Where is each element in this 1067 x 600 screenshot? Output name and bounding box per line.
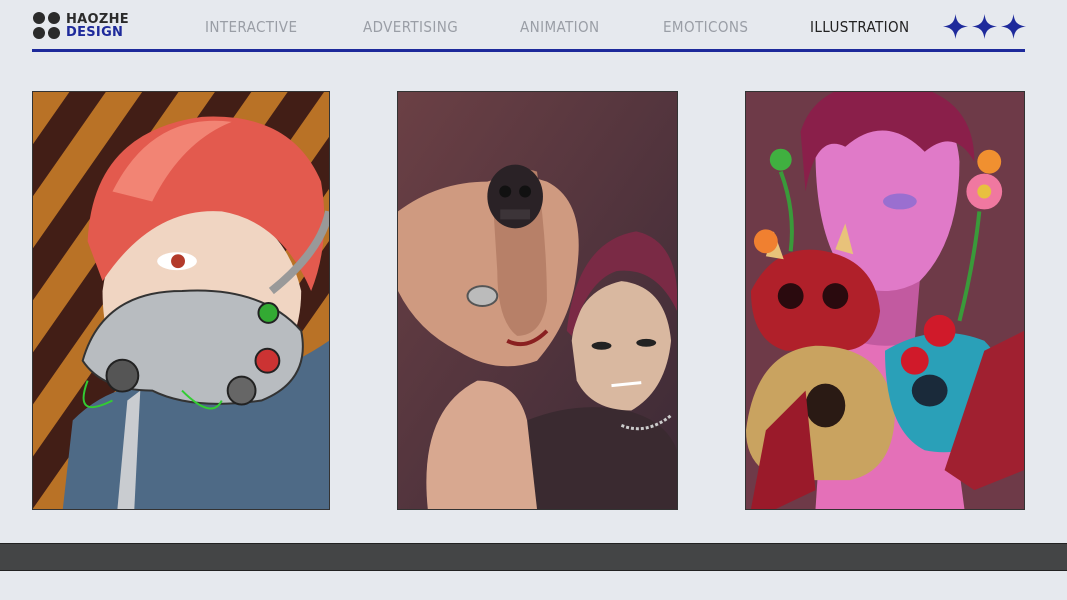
main-nav: INTERACTIVE ADVERTISING ANIMATION EMOTIC… — [0, 18, 1067, 40]
artwork-skull-ring[interactable] — [397, 91, 678, 510]
artwork-skulls-flowers[interactable] — [745, 91, 1025, 510]
nav-item-emoticons[interactable]: EMOTICONS — [663, 18, 748, 36]
artwork-skulls-flowers-image — [746, 92, 1024, 509]
artwork-gas-mask[interactable] — [32, 91, 330, 510]
artwork-skull-ring-image — [398, 92, 677, 509]
nav-item-animation[interactable]: ANIMATION — [520, 18, 600, 36]
footer-bar — [0, 543, 1067, 571]
portfolio-page: HAOZHE DESIGN INTERACTIVE ADVERTISING AN… — [0, 0, 1067, 600]
artwork-gas-mask-image — [33, 92, 329, 509]
four-point-star-icon[interactable] — [943, 14, 968, 39]
nav-item-illustration[interactable]: ILLUSTRATION — [810, 18, 910, 36]
four-point-star-icon[interactable] — [1001, 14, 1026, 39]
header-divider — [32, 49, 1025, 52]
nav-item-advertising[interactable]: ADVERTISING — [363, 18, 458, 36]
nav-item-interactive[interactable]: INTERACTIVE — [205, 18, 297, 36]
star-icons-group — [943, 14, 1026, 39]
four-point-star-icon[interactable] — [972, 14, 997, 39]
